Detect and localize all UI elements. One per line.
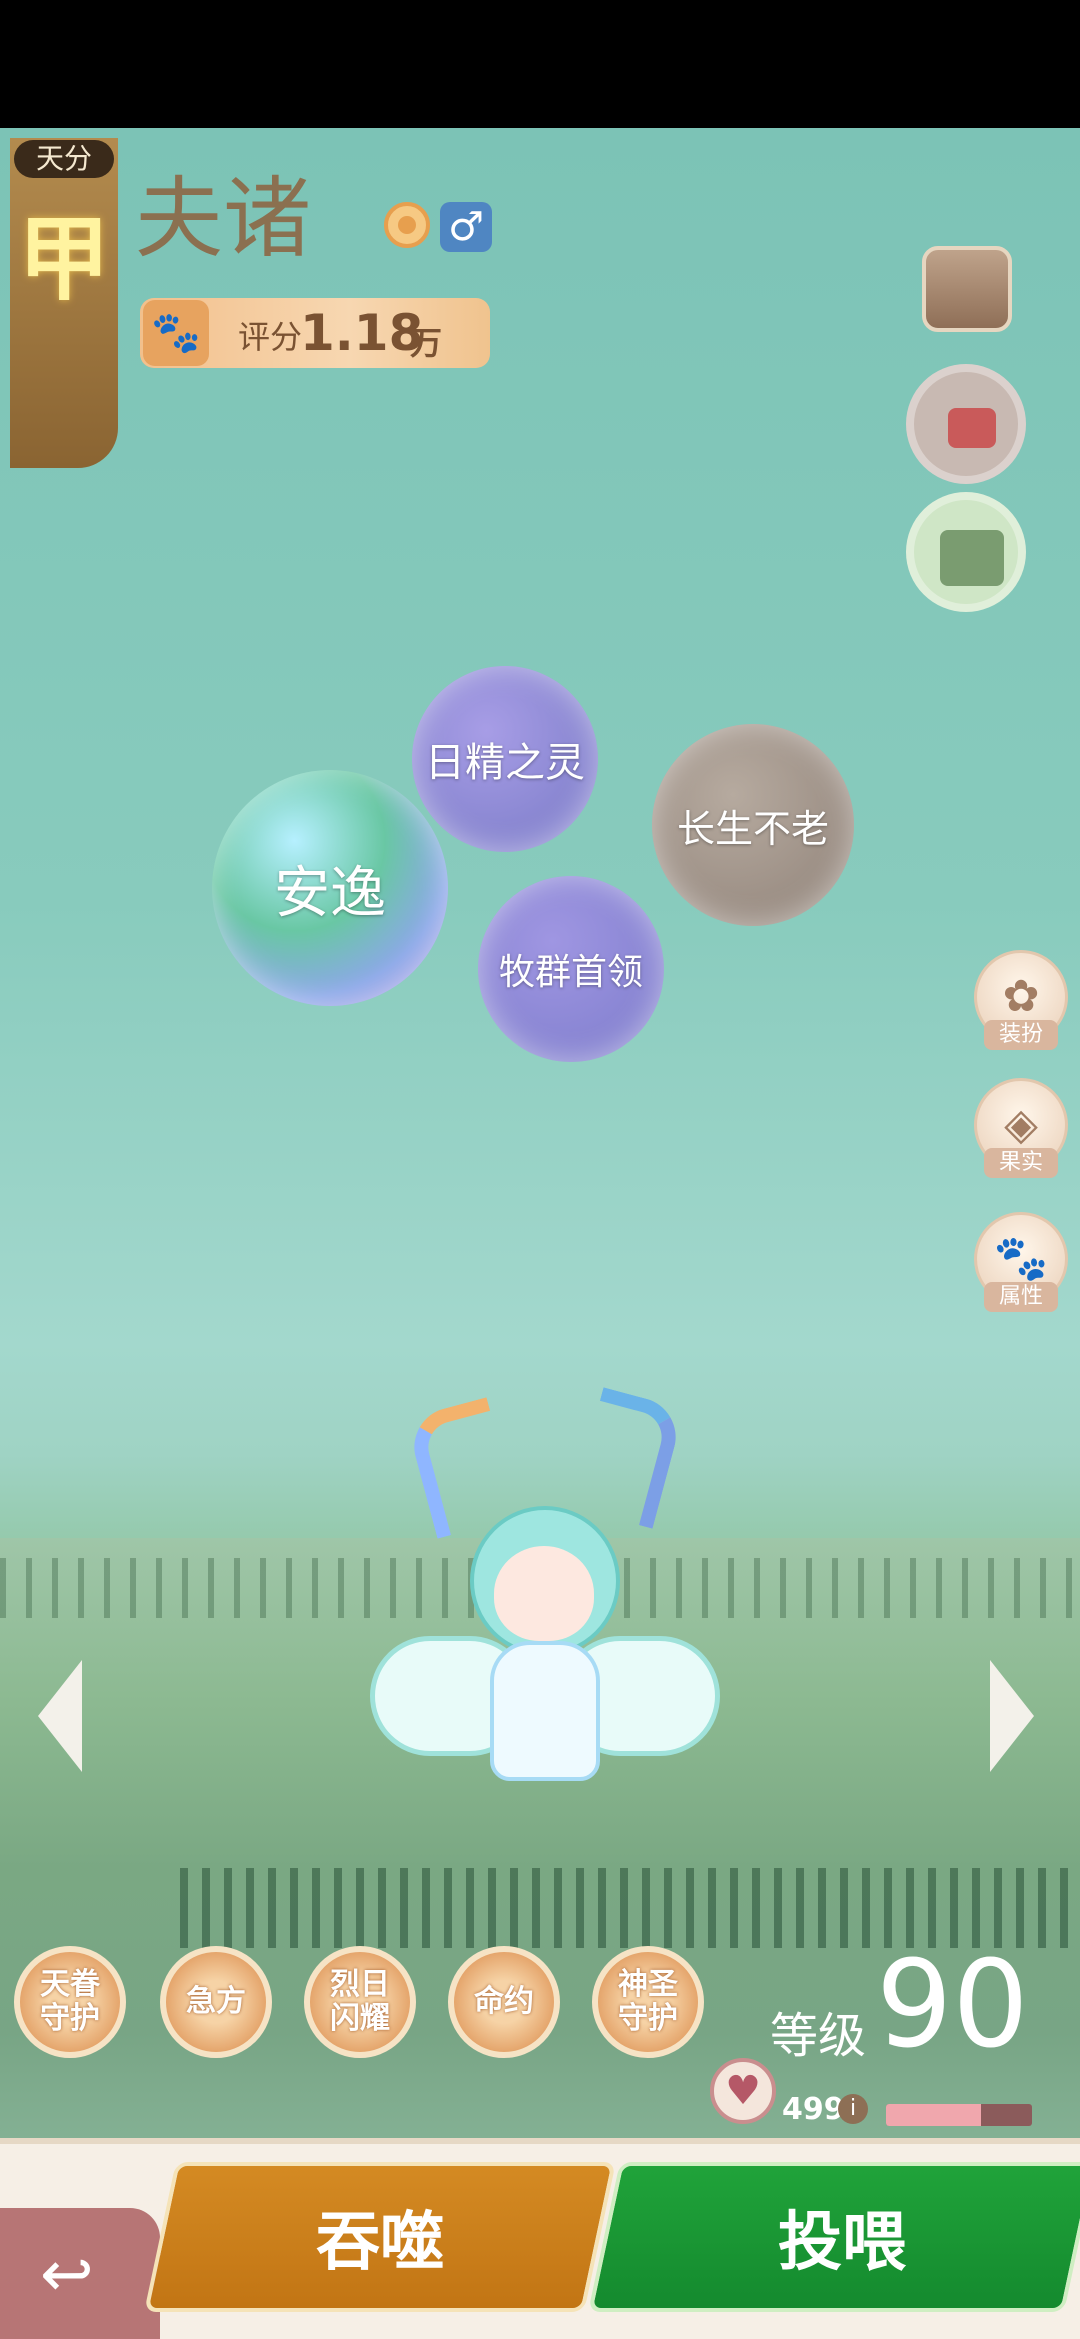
trait-bubble[interactable]: 日精之灵 (412, 666, 598, 852)
trait-bubble[interactable]: 牧群首领 (478, 876, 664, 1062)
lock-button[interactable] (906, 364, 1026, 484)
robe (490, 1641, 600, 1781)
status-bar (0, 0, 1080, 128)
skill-label: 天眷守护 (40, 1967, 100, 2036)
affection-count: 499 (782, 2092, 845, 2127)
affection-bar (886, 2104, 1032, 2126)
face (494, 1546, 594, 1641)
score-label: 评分 (238, 318, 303, 356)
trait-bubble[interactable]: 长生不老 (652, 724, 854, 926)
trait-bubble[interactable]: 安逸 (212, 770, 448, 1006)
level-label: 等级 (770, 2008, 867, 2064)
attributes-button[interactable]: 🐾 属性 (974, 1212, 1068, 1312)
tier-value: 甲 (18, 206, 111, 313)
back-button[interactable]: ↩ (0, 2208, 160, 2339)
skill-badge[interactable]: 神圣守护 (592, 1946, 704, 2058)
attributes-label: 属性 (984, 1282, 1058, 1312)
share-button[interactable] (922, 246, 1012, 332)
fruit-label: 果实 (984, 1148, 1058, 1178)
paw-icon: 🐾 (143, 300, 209, 366)
affection-bar-fill (886, 2104, 981, 2126)
info-icon[interactable]: i (838, 2094, 868, 2124)
skill-badge[interactable]: 命约 (448, 1946, 560, 2058)
antler-left (405, 1397, 519, 1539)
heart-icon: ♥ (710, 2058, 776, 2124)
group-button[interactable] (906, 492, 1026, 612)
feed-button[interactable]: 投喂 (588, 2162, 1080, 2312)
devour-button[interactable]: 吞噬 (144, 2162, 616, 2312)
back-arrow-icon: ↩ (40, 2238, 94, 2312)
lock-icon (948, 408, 996, 448)
pet-character[interactable] (370, 1386, 720, 1806)
skill-badge[interactable]: 烈日闪耀 (304, 1946, 416, 2058)
skill-label: 急方 (186, 1984, 246, 2019)
skill-label: 神圣守护 (618, 1967, 678, 2036)
feed-label: 投喂 (778, 2206, 906, 2280)
dress-up-label: 装扮 (984, 1020, 1058, 1050)
previous-pet-arrow-icon[interactable] (38, 1660, 82, 1772)
group-icon (940, 530, 1004, 586)
score-unit: 万 (410, 324, 443, 362)
skill-badge[interactable]: 天眷守护 (14, 1946, 126, 2058)
dress-up-button[interactable]: ✿ 装扮 (974, 950, 1068, 1050)
score-value: 1.18 (300, 304, 424, 362)
level-value: 90 (876, 1936, 1029, 2075)
fruit-button[interactable]: ◈ 果实 (974, 1078, 1068, 1178)
next-pet-arrow-icon[interactable] (990, 1660, 1034, 1772)
sun-icon (384, 202, 430, 248)
pet-name: 夫诸 (135, 167, 312, 270)
skill-label: 命约 (474, 1984, 534, 2019)
male-icon: ♂ (440, 202, 492, 252)
skill-badge[interactable]: 急方 (160, 1946, 272, 2058)
devour-label: 吞噬 (316, 2206, 444, 2280)
antler-right (571, 1387, 685, 1529)
tier-label: 天分 (14, 140, 114, 178)
skill-label: 烈日闪耀 (330, 1967, 390, 2036)
